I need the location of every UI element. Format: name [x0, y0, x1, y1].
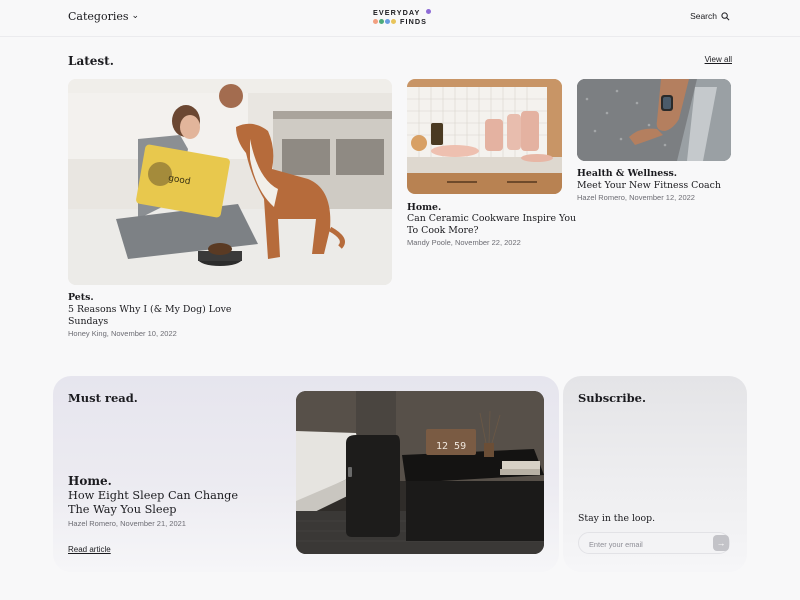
article-title[interactable]: 5 Reasons Why I (& My Dog) Love Sundays — [68, 304, 231, 328]
article-image-health[interactable] — [577, 79, 731, 161]
article-title-line: To Cook More? — [407, 225, 479, 236]
article-image-pets[interactable]: good — [68, 79, 392, 285]
view-all-link[interactable]: View all — [705, 55, 732, 64]
subscribe-title: Subscribe. — [578, 391, 646, 405]
latest-section-title: Latest. — [68, 54, 114, 68]
article-image-home[interactable] — [407, 79, 562, 194]
logo-dot-peach — [373, 19, 378, 24]
must-read-article-title[interactable]: How Eight Sleep Can Change The Way You S… — [68, 489, 238, 517]
categories-menu-button[interactable]: Categories ⌄ — [68, 10, 139, 23]
article-category[interactable]: Health & Wellness. — [577, 168, 677, 179]
article-title-line: 5 Reasons Why I (& My Dog) Love — [68, 304, 232, 315]
article-meta: Honey King, November 10, 2022 — [68, 329, 177, 338]
must-read-meta: Hazel Romero, November 21, 2021 — [68, 519, 186, 528]
article-meta: Hazel Romero, November 12, 2022 — [577, 193, 695, 202]
article-title-line: Can Ceramic Cookware Inspire You — [407, 213, 577, 224]
search-label: Search — [690, 11, 717, 21]
arrow-right-icon: → — [716, 538, 726, 548]
search-button[interactable]: Search — [690, 11, 730, 21]
site-logo[interactable]: EVERYDAY FINDS — [373, 8, 433, 28]
logo-dot-yellow — [391, 19, 396, 24]
logo-dot-green — [379, 19, 384, 24]
email-field-wrapper: → — [578, 532, 730, 554]
email-field[interactable] — [587, 537, 709, 552]
article-category[interactable]: Home. — [407, 202, 441, 213]
chevron-down-icon: ⌄ — [131, 10, 140, 21]
subscribe-submit-button[interactable]: → — [713, 535, 729, 551]
must-read-title: Must read. — [68, 391, 138, 405]
article-meta: Mandy Poole, November 22, 2022 — [407, 238, 521, 247]
logo-dot-purple — [426, 9, 431, 14]
article-title-line: Meet Your New Fitness Coach — [577, 180, 721, 191]
article-title-line: How Eight Sleep Can Change — [68, 489, 239, 502]
clock-display: 12 59 — [436, 441, 466, 452]
article-title[interactable]: Can Ceramic Cookware Inspire You To Cook… — [407, 213, 576, 237]
article-title[interactable]: Meet Your New Fitness Coach — [577, 180, 721, 192]
site-header: Categories ⌄ EVERYDAY FINDS Search — [0, 0, 800, 37]
logo-dot-blue — [385, 19, 390, 24]
must-read-category[interactable]: Home. — [68, 474, 112, 488]
article-title-line: Sundays — [68, 316, 109, 327]
logo-word-everyday: EVERYDAY — [373, 8, 421, 17]
read-article-link[interactable]: Read article — [68, 545, 111, 554]
search-icon — [721, 11, 730, 20]
logo-word-finds: FINDS — [400, 17, 428, 26]
subscribe-tagline: Stay in the loop. — [578, 513, 656, 524]
must-read-image[interactable]: 12 59 — [296, 391, 544, 554]
article-title-line: The Way You Sleep — [68, 503, 177, 516]
categories-label: Categories — [68, 10, 129, 23]
article-category[interactable]: Pets. — [68, 292, 94, 303]
